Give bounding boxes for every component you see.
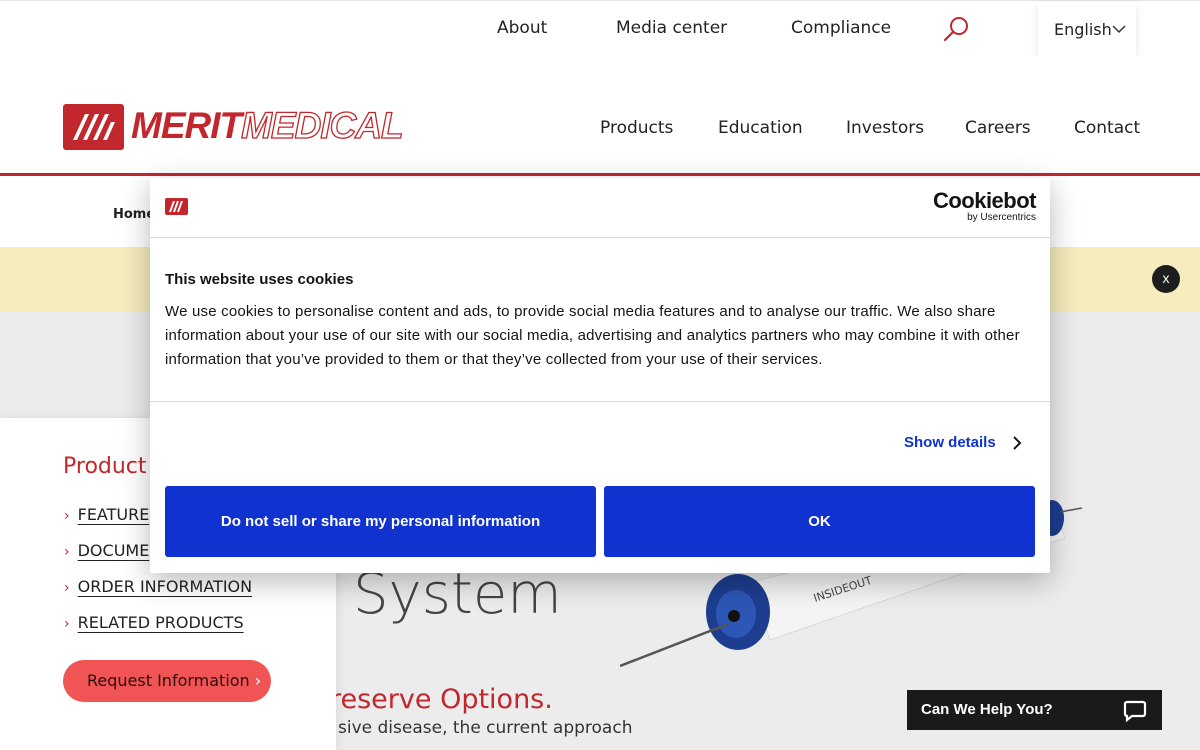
chevron-right-icon: › [64, 508, 70, 524]
chat-icon [1123, 700, 1147, 723]
breadcrumb-home[interactable]: Home [113, 207, 155, 222]
chevron-down-icon [1112, 25, 1126, 34]
chat-label: Can We Help You? [921, 701, 1053, 718]
nav-products[interactable]: Products [600, 118, 673, 138]
chevron-right-icon[interactable] [1012, 436, 1022, 450]
cookiebot-logo: Cookiebot by Usercentrics [932, 188, 1037, 224]
banner-close-button[interactable]: x [1152, 265, 1180, 293]
cookie-dialog-text: We use cookies to personalise content an… [165, 303, 1020, 368]
top-utility-nav: About Media center Compliance English [0, 0, 1200, 56]
logo-mark [63, 104, 124, 150]
product-link-features[interactable]: › FEATURE [64, 505, 149, 524]
cookie-consent-dialog: Cookiebot by Usercentrics This website u… [150, 178, 1050, 573]
chevron-right-icon: › [254, 671, 262, 690]
merit-logo-mark [165, 198, 188, 215]
hero-body-text: sive disease, the current approach [338, 718, 633, 738]
request-information-button[interactable]: Request Information › [63, 660, 271, 702]
nav-compliance-link[interactable]: Compliance [791, 18, 891, 38]
nav-contact[interactable]: Contact [1074, 118, 1140, 138]
product-panel-title: Product [63, 454, 147, 479]
search-icon[interactable] [942, 15, 970, 43]
cookie-dialog-title: This website uses cookies [165, 271, 354, 288]
product-link-related-products[interactable]: › RELATED PRODUCTS [64, 613, 244, 632]
language-label: English [1054, 20, 1112, 39]
do-not-sell-button[interactable]: Do not sell or share my personal informa… [165, 486, 596, 557]
chevron-right-icon: › [64, 580, 70, 596]
logo-wordmark: MERITMEDICAL [131, 104, 404, 146]
cookie-dialog-header: Cookiebot by Usercentrics [150, 178, 1050, 238]
cookie-divider [150, 401, 1050, 402]
product-link-order-information[interactable]: › ORDER INFORMATION [64, 577, 252, 596]
nav-careers[interactable]: Careers [965, 118, 1031, 138]
product-link-documents[interactable]: › DOCUME [64, 541, 149, 560]
chevron-right-icon: › [64, 616, 70, 632]
main-header: MERITMEDICAL Products Education Investor… [0, 56, 1200, 176]
chevron-right-icon: › [64, 544, 70, 560]
show-details-link[interactable]: Show details [904, 434, 996, 451]
language-selector[interactable]: English [1038, 2, 1136, 56]
merit-medical-logo[interactable]: MERITMEDICAL [63, 103, 404, 150]
nav-media-center-link[interactable]: Media center [616, 18, 727, 38]
nav-about-link[interactable]: About [497, 18, 547, 38]
chat-widget-button[interactable]: Can We Help You? [907, 690, 1162, 730]
nav-education[interactable]: Education [718, 118, 803, 138]
nav-investors[interactable]: Investors [846, 118, 924, 138]
hero-subtitle: reserve Options. [330, 684, 553, 715]
ok-button[interactable]: OK [604, 486, 1035, 557]
